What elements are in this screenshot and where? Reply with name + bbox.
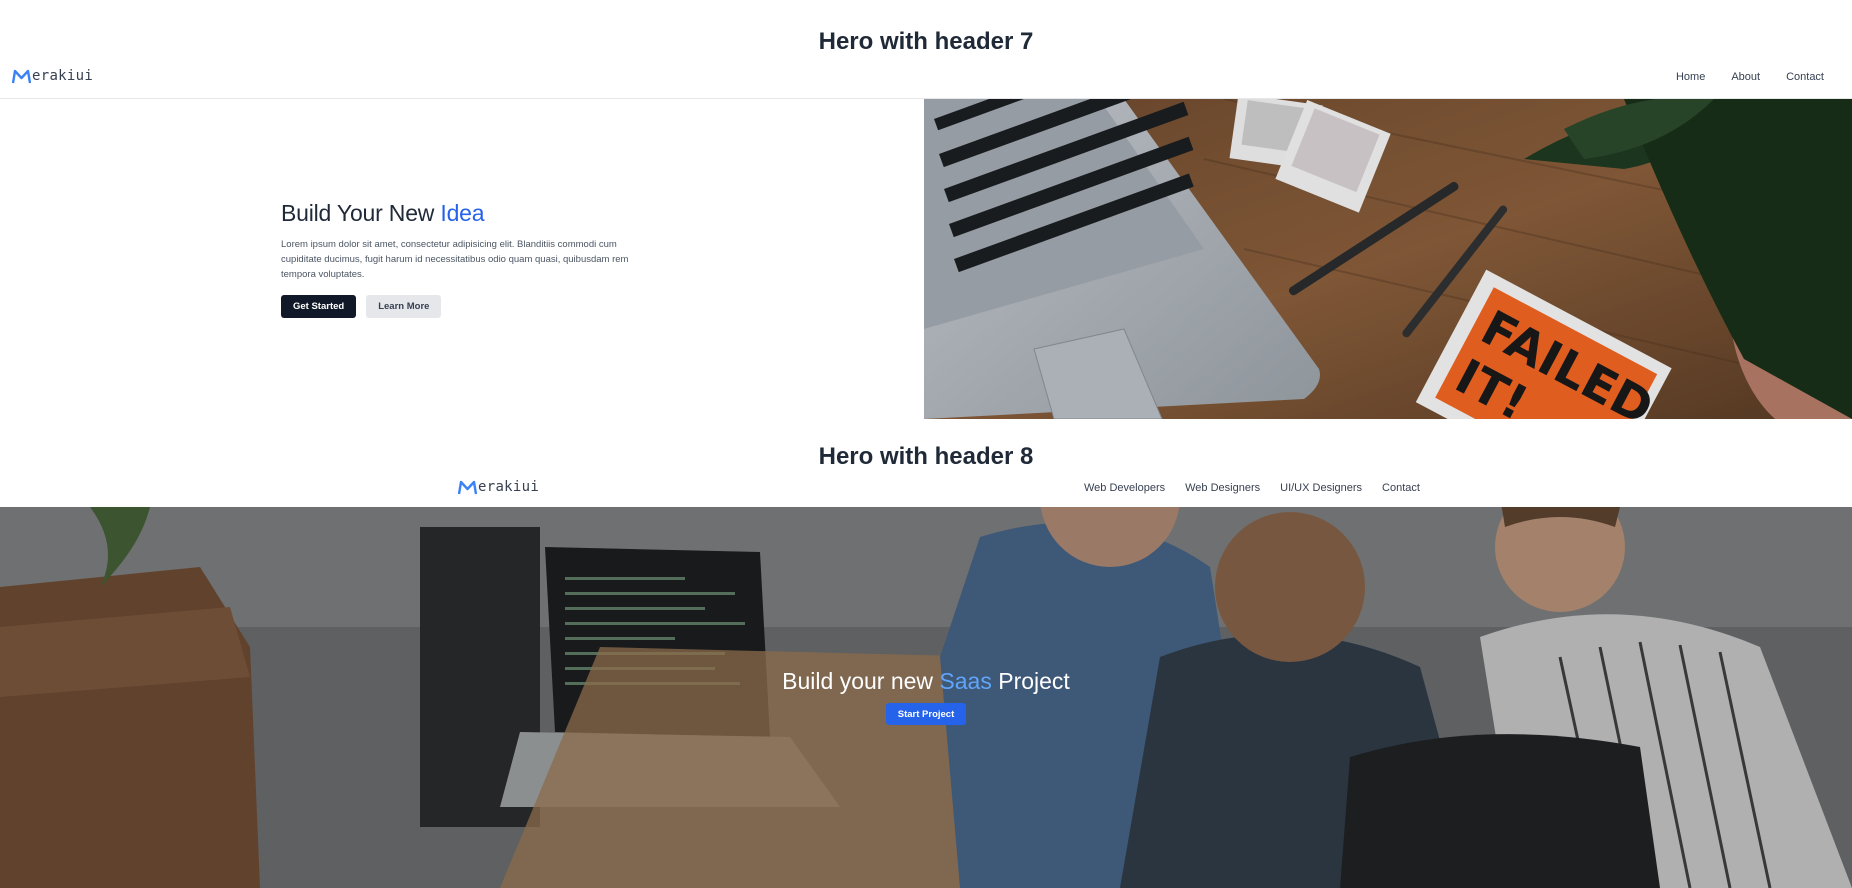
hero-7-desk-image: FAILED IT! xyxy=(924,99,1852,419)
hero-7-content: Build Your New Idea Lorem ipsum dolor si… xyxy=(281,200,661,318)
heading-end-text: Project xyxy=(991,668,1070,694)
start-project-button[interactable]: Start Project xyxy=(885,703,967,725)
heading-accent-text: Idea xyxy=(440,200,485,226)
nav-link-web-developers[interactable]: Web Developers xyxy=(1084,482,1165,494)
merakiui-m-icon xyxy=(458,480,477,494)
hero-7-description: Lorem ipsum dolor sit amet, consectetur … xyxy=(281,239,629,280)
heading-main-text: Build Your New xyxy=(281,200,441,226)
merakiui-m-icon xyxy=(12,69,31,83)
hero-7-heading: Build Your New Idea xyxy=(281,200,661,227)
merakiui-logo[interactable]: erakiui xyxy=(458,479,539,495)
section-title-hero-8: Hero with header 8 xyxy=(818,443,1034,470)
learn-more-button[interactable]: Learn More xyxy=(366,295,442,318)
header-8-navbar: erakiui Web Developers Web Designers UI/… xyxy=(0,470,1852,507)
hero-8-content: Build your new Saas Project Start Projec… xyxy=(0,668,1852,725)
header-7-navbar: erakiui Home About Contact xyxy=(0,60,1852,99)
hero-8-background-image: Build your new Saas Project Start Projec… xyxy=(0,507,1852,888)
hero-8-heading: Build your new Saas Project xyxy=(0,668,1852,695)
logo-text: erakiui xyxy=(478,479,540,495)
nav-link-about[interactable]: About xyxy=(1731,71,1760,83)
heading-main-text: Build your new xyxy=(782,668,940,694)
desk-photo-illustration: FAILED IT! xyxy=(924,99,1852,419)
section-title-hero-7: Hero with header 7 xyxy=(818,28,1034,55)
nav-link-home[interactable]: Home xyxy=(1676,71,1705,83)
nav-link-contact[interactable]: Contact xyxy=(1382,482,1420,494)
merakiui-logo[interactable]: erakiui xyxy=(12,68,93,84)
nav-link-web-designers[interactable]: Web Designers xyxy=(1185,482,1260,494)
heading-accent-text: Saas xyxy=(939,668,992,694)
logo-text: erakiui xyxy=(32,68,94,84)
nav-link-uiux-designers[interactable]: UI/UX Designers xyxy=(1280,482,1362,494)
nav-link-contact[interactable]: Contact xyxy=(1786,71,1824,83)
get-started-button[interactable]: Get Started xyxy=(281,295,357,318)
